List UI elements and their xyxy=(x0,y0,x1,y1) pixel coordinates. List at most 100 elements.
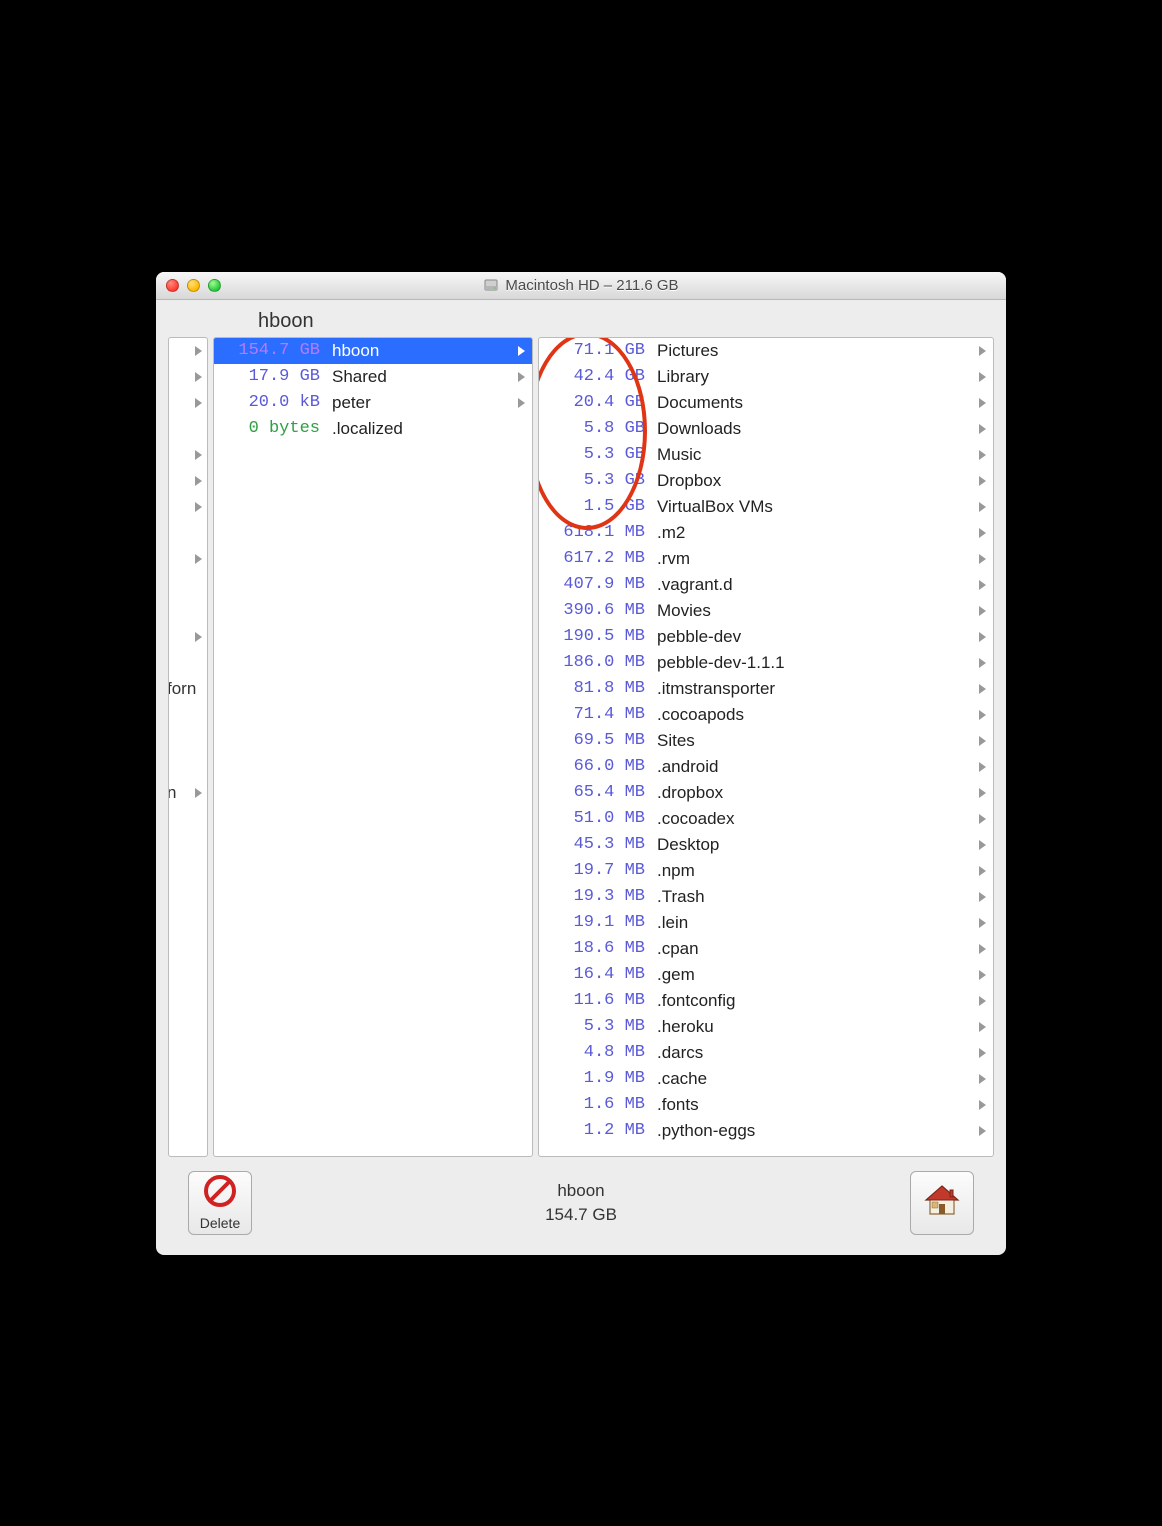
list-item[interactable]: 390.6 MBMovies xyxy=(539,598,993,624)
parent-column-row[interactable] xyxy=(169,598,207,624)
chevron-right-icon xyxy=(977,943,987,955)
zoom-button[interactable] xyxy=(208,279,221,292)
chevron-right-icon xyxy=(977,761,987,773)
list-item[interactable]: 0 bytes.localized xyxy=(214,416,532,442)
list-item[interactable]: 69.5 MBSites xyxy=(539,728,993,754)
chevron-right-icon xyxy=(977,995,987,1007)
home-button[interactable] xyxy=(910,1171,974,1235)
list-item[interactable]: 19.3 MB.Trash xyxy=(539,884,993,910)
list-item[interactable]: 154.7 GBhboon xyxy=(214,338,532,364)
close-button[interactable] xyxy=(166,279,179,292)
list-item[interactable]: 407.9 MB.vagrant.d xyxy=(539,572,993,598)
chevron-right-icon xyxy=(977,657,987,669)
footer: Delete hboon 154.7 GB xyxy=(168,1157,994,1255)
list-item[interactable]: 71.4 MB.cocoapods xyxy=(539,702,993,728)
item-size: 18.6 MB xyxy=(547,939,645,958)
chevron-right-icon xyxy=(193,449,203,461)
parent-column-row[interactable] xyxy=(169,572,207,598)
chevron-right-icon xyxy=(193,631,203,643)
parent-column-row[interactable] xyxy=(169,520,207,546)
parent-column-row[interactable] xyxy=(169,728,207,754)
delete-button[interactable]: Delete xyxy=(188,1171,252,1235)
users-column[interactable]: 154.7 GBhboon17.9 GBShared20.0 kBpeter0 … xyxy=(213,337,533,1157)
parent-column-row[interactable] xyxy=(169,364,207,390)
item-size: 190.5 MB xyxy=(547,627,645,646)
parent-column-row[interactable]: forn xyxy=(169,676,207,702)
item-name: .cocoapods xyxy=(645,705,977,725)
list-item[interactable]: 186.0 MBpebble-dev-1.1.1 xyxy=(539,650,993,676)
item-name: Documents xyxy=(645,393,977,413)
chevron-right-icon xyxy=(977,969,987,981)
parent-column-row[interactable] xyxy=(169,442,207,468)
item-size: 390.6 MB xyxy=(547,601,645,620)
parent-column-row[interactable] xyxy=(169,390,207,416)
list-item[interactable]: 5.3 GBDropbox xyxy=(539,468,993,494)
list-item[interactable]: 19.7 MB.npm xyxy=(539,858,993,884)
list-item[interactable]: 81.8 MB.itmstransporter xyxy=(539,676,993,702)
item-size: 618.1 MB xyxy=(547,523,645,542)
list-item[interactable]: 1.6 MB.fonts xyxy=(539,1092,993,1118)
list-item[interactable]: 19.1 MB.lein xyxy=(539,910,993,936)
list-item[interactable]: 42.4 GBLibrary xyxy=(539,364,993,390)
list-item[interactable]: 18.6 MB.cpan xyxy=(539,936,993,962)
item-name: .fontconfig xyxy=(645,991,977,1011)
item-size: 186.0 MB xyxy=(547,653,645,672)
item-size: 66.0 MB xyxy=(547,757,645,776)
list-item[interactable]: 1.5 GBVirtualBox VMs xyxy=(539,494,993,520)
chevron-right-icon xyxy=(977,787,987,799)
item-name: peter xyxy=(320,393,516,413)
parent-column-row[interactable] xyxy=(169,702,207,728)
list-item[interactable]: 4.8 MB.darcs xyxy=(539,1040,993,1066)
list-item[interactable]: 51.0 MB.cocoadex xyxy=(539,806,993,832)
list-item[interactable]: 20.0 kBpeter xyxy=(214,390,532,416)
parent-column-row[interactable] xyxy=(169,754,207,780)
list-item[interactable]: 65.4 MB.dropbox xyxy=(539,780,993,806)
list-item[interactable]: 618.1 MB.m2 xyxy=(539,520,993,546)
list-item[interactable]: 617.2 MB.rvm xyxy=(539,546,993,572)
parent-column-row[interactable] xyxy=(169,468,207,494)
item-size: 5.3 GB xyxy=(547,471,645,490)
path-header: hboon xyxy=(258,310,994,333)
minimize-button[interactable] xyxy=(187,279,200,292)
parent-column-row[interactable] xyxy=(169,624,207,650)
chevron-right-icon xyxy=(977,839,987,851)
selection-info: hboon 154.7 GB xyxy=(545,1179,617,1227)
item-size: 5.8 GB xyxy=(547,419,645,438)
chevron-right-icon xyxy=(977,709,987,721)
item-name: .android xyxy=(645,757,977,777)
parent-column-row[interactable] xyxy=(169,650,207,676)
list-item[interactable]: 20.4 GBDocuments xyxy=(539,390,993,416)
contents-column[interactable]: 71.1 GBPictures42.4 GBLibrary20.4 GBDocu… xyxy=(538,337,994,1157)
chevron-right-icon xyxy=(977,917,987,929)
item-size: 65.4 MB xyxy=(547,783,645,802)
list-item[interactable]: 190.5 MBpebble-dev xyxy=(539,624,993,650)
parent-column-row[interactable]: n xyxy=(169,780,207,806)
item-size: 19.7 MB xyxy=(547,861,645,880)
parent-column-row[interactable] xyxy=(169,338,207,364)
list-item[interactable]: 16.4 MB.gem xyxy=(539,962,993,988)
list-item[interactable]: 5.8 GBDownloads xyxy=(539,416,993,442)
list-item[interactable]: 5.3 GBMusic xyxy=(539,442,993,468)
parent-column-row[interactable] xyxy=(169,416,207,442)
selection-name: hboon xyxy=(545,1179,617,1203)
item-size: 5.3 MB xyxy=(547,1017,645,1036)
list-item[interactable]: 1.2 MB.python-eggs xyxy=(539,1118,993,1144)
chevron-right-icon xyxy=(977,527,987,539)
parent-column-row[interactable] xyxy=(169,546,207,572)
chevron-right-icon xyxy=(977,1125,987,1137)
list-item[interactable]: 17.9 GBShared xyxy=(214,364,532,390)
list-item[interactable]: 11.6 MB.fontconfig xyxy=(539,988,993,1014)
chevron-right-icon xyxy=(977,397,987,409)
parent-column[interactable]: forn n xyxy=(168,337,208,1157)
chevron-right-icon xyxy=(977,813,987,825)
item-name: Movies xyxy=(645,601,977,621)
list-item[interactable]: 45.3 MBDesktop xyxy=(539,832,993,858)
item-size: 19.3 MB xyxy=(547,887,645,906)
list-item[interactable]: 71.1 GBPictures xyxy=(539,338,993,364)
chevron-right-icon xyxy=(977,579,987,591)
parent-column-row[interactable] xyxy=(169,494,207,520)
list-item[interactable]: 66.0 MB.android xyxy=(539,754,993,780)
item-name: .darcs xyxy=(645,1043,977,1063)
list-item[interactable]: 5.3 MB.heroku xyxy=(539,1014,993,1040)
list-item[interactable]: 1.9 MB.cache xyxy=(539,1066,993,1092)
